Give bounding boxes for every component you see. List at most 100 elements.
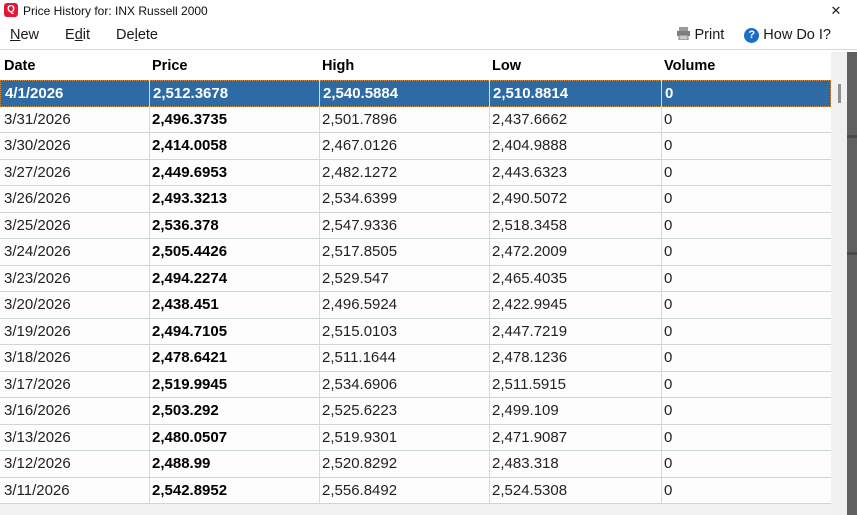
- column-separator: [489, 80, 490, 504]
- cell-price: 2,512.3678: [153, 85, 229, 102]
- table-row[interactable]: 3/27/2026 2,449.6953 2,482.1272 2,443.63…: [0, 159, 831, 186]
- cell-date: 3/11/2026: [4, 481, 70, 499]
- cell-high: 2,515.0103: [322, 322, 398, 340]
- table-row[interactable]: 3/25/2026 2,536.378 2,547.9336 2,518.345…: [0, 212, 831, 239]
- table-row[interactable]: 3/23/2026 2,494.2274 2,529.547 2,465.403…: [0, 265, 831, 292]
- table-row[interactable]: 3/13/2026 2,480.0507 2,519.9301 2,471.90…: [0, 424, 831, 451]
- cell-low: 2,447.7219: [492, 322, 568, 340]
- printer-icon: [676, 26, 691, 44]
- cell-date: 3/23/2026: [4, 269, 71, 287]
- cell-volume: 0: [664, 455, 673, 472]
- column-header-low[interactable]: Low: [492, 53, 521, 79]
- cell-date: 4/1/2026: [5, 85, 64, 102]
- cell-high: 2,511.1644: [322, 349, 396, 366]
- cell-low: 2,404.9888: [492, 137, 568, 154]
- cell-date: 3/27/2026: [4, 163, 71, 181]
- vertical-scrollbar[interactable]: [831, 52, 847, 515]
- cell-high: 2,501.7896: [322, 110, 398, 128]
- cell-low: 2,524.5308: [492, 481, 568, 499]
- cell-high: 2,496.5924: [322, 296, 398, 313]
- cell-low: 2,510.8814: [493, 85, 569, 102]
- cell-volume: 0: [664, 163, 673, 181]
- cell-high: 2,547.9336: [322, 216, 398, 234]
- table-row[interactable]: 3/20/2026 2,438.451 2,496.5924 2,422.994…: [0, 292, 831, 319]
- cell-price: 2,519.9945: [152, 375, 228, 393]
- column-header-high[interactable]: High: [322, 53, 354, 79]
- cell-price: 2,488.99: [152, 455, 211, 472]
- cell-date: 3/26/2026: [4, 190, 71, 207]
- table-row[interactable]: 3/30/2026 2,414.0058 2,467.0126 2,404.98…: [0, 133, 831, 160]
- cell-price: 2,494.2274: [152, 269, 228, 287]
- cell-price: 2,542.8952: [152, 481, 228, 499]
- cell-price: 2,449.6953: [152, 163, 228, 181]
- price-history-table: 4/1/2026 2,512.3678 2,540.5884 2,510.881…: [0, 80, 831, 504]
- table-footer-strip: [0, 504, 831, 515]
- cell-low: 2,437.6662: [492, 110, 568, 128]
- cell-price: 2,438.451: [152, 296, 219, 313]
- cell-volume: 0: [664, 375, 673, 393]
- cell-high: 2,482.1272: [322, 163, 398, 181]
- quicken-app-icon: Q: [4, 3, 18, 17]
- cell-date: 3/19/2026: [4, 322, 71, 340]
- cell-high: 2,519.9301: [322, 428, 398, 446]
- table-row[interactable]: 3/19/2026 2,494.7105 2,515.0103 2,447.72…: [0, 318, 831, 345]
- table-row[interactable]: 3/17/2026 2,519.9945 2,534.6906 2,511.59…: [0, 371, 831, 398]
- cell-low: 2,483.318: [492, 455, 559, 472]
- cell-price: 2,503.292: [152, 402, 219, 419]
- cell-volume: 0: [664, 216, 673, 234]
- how-do-i-label: How Do I?: [763, 27, 831, 43]
- menu-item-delete[interactable]: Delete: [116, 27, 158, 43]
- help-icon: ?: [744, 27, 760, 43]
- table-row[interactable]: 3/24/2026 2,505.4426 2,517.8505 2,472.20…: [0, 239, 831, 266]
- cell-date: 3/18/2026: [4, 349, 71, 366]
- cell-low: 2,499.109: [492, 402, 559, 419]
- menu-item-new[interactable]: New: [10, 27, 39, 43]
- how-do-i-button[interactable]: ? How Do I?: [744, 27, 831, 43]
- table-row[interactable]: 3/31/2026 2,496.3735 2,501.7896 2,437.66…: [0, 106, 831, 133]
- cell-volume: 0: [664, 481, 673, 499]
- column-header-price[interactable]: Price: [152, 53, 187, 79]
- cell-price: 2,414.0058: [152, 137, 228, 154]
- column-header-date[interactable]: Date: [4, 53, 35, 79]
- menu-bar: New Edit Delete Print ? How Do I?: [0, 21, 857, 50]
- table-row[interactable]: 4/1/2026 2,512.3678 2,540.5884 2,510.881…: [0, 80, 831, 107]
- menu-item-edit[interactable]: Edit: [65, 27, 90, 43]
- cell-low: 2,490.5072: [492, 190, 568, 207]
- cell-low: 2,443.6323: [492, 163, 568, 181]
- scrollbar-thumb[interactable]: [838, 84, 841, 103]
- cell-high: 2,534.6399: [322, 190, 398, 207]
- cell-volume: 0: [664, 428, 673, 446]
- table-row[interactable]: 3/16/2026 2,503.292 2,525.6223 2,499.109…: [0, 398, 831, 425]
- table-row[interactable]: 3/26/2026 2,493.3213 2,534.6399 2,490.50…: [0, 186, 831, 213]
- cell-date: 3/20/2026: [4, 296, 71, 313]
- table-row[interactable]: 3/18/2026 2,478.6421 2,511.1644 2,478.12…: [0, 345, 831, 372]
- cell-high: 2,517.8505: [322, 243, 398, 260]
- cell-volume: 0: [664, 296, 673, 313]
- background-window-sliver: [847, 52, 857, 515]
- cell-high: 2,525.6223: [322, 402, 398, 419]
- cell-price: 2,493.3213: [152, 190, 228, 207]
- cell-date: 3/17/2026: [4, 375, 71, 393]
- cell-volume: 0: [664, 322, 673, 340]
- cell-high: 2,520.8292: [322, 455, 398, 472]
- cell-date: 3/12/2026: [4, 455, 71, 472]
- close-icon[interactable]: ✕: [824, 1, 848, 20]
- print-button[interactable]: Print: [676, 26, 724, 44]
- cell-low: 2,472.2009: [492, 243, 568, 260]
- cell-low: 2,478.1236: [492, 349, 568, 366]
- table-row[interactable]: 3/11/2026 2,542.8952 2,556.8492 2,524.53…: [0, 477, 831, 504]
- cell-low: 2,465.4035: [492, 269, 568, 287]
- cell-volume: 0: [664, 243, 673, 260]
- cell-high: 2,556.8492: [322, 481, 398, 499]
- table-row[interactable]: 3/12/2026 2,488.99 2,520.8292 2,483.318 …: [0, 451, 831, 478]
- cell-volume: 0: [664, 110, 673, 128]
- cell-low: 2,422.9945: [492, 296, 568, 313]
- cell-price: 2,480.0507: [152, 428, 228, 446]
- cell-date: 3/25/2026: [4, 216, 71, 234]
- cell-date: 3/24/2026: [4, 243, 71, 260]
- cell-price: 2,496.3735: [152, 110, 228, 128]
- cell-price: 2,505.4426: [152, 243, 228, 260]
- cell-volume: 0: [664, 137, 673, 154]
- column-header-volume[interactable]: Volume: [664, 53, 715, 79]
- cell-volume: 0: [664, 269, 673, 287]
